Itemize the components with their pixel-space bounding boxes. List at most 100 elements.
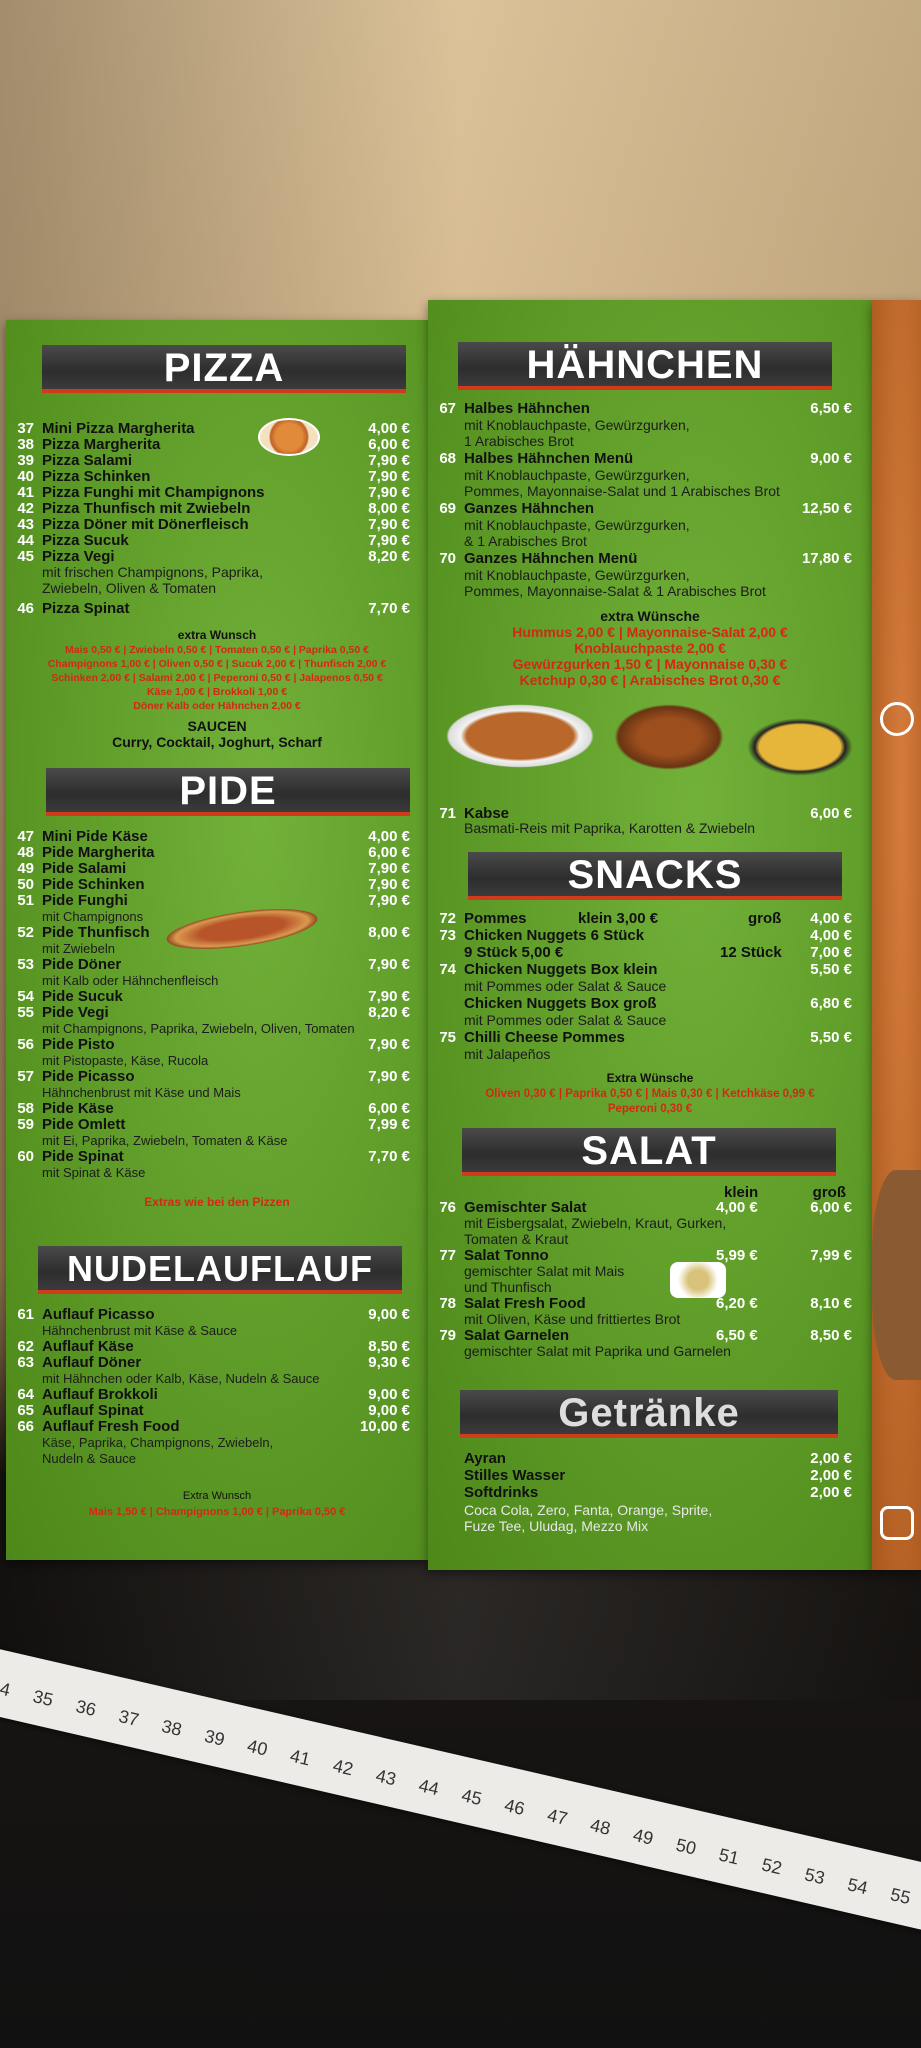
item-name: Pide Margherita: [42, 844, 155, 861]
sauce-title: SAUCEN: [187, 718, 247, 734]
ruler-label: 54: [845, 1874, 870, 1899]
pizza-extra-line5: Döner Kalb oder Hähnchen 2,00 €: [133, 700, 301, 712]
item-price: 8,20 €: [368, 548, 410, 565]
snack-number: 75: [439, 1029, 456, 1046]
snack-gross-label: groß: [748, 910, 782, 927]
kabse-desc: Basmati-Reis mit Paprika, Karotten & Zwi…: [464, 820, 755, 836]
snacks-extra-line2: Peperoni 0,30 €: [607, 1103, 693, 1115]
pide-extras: Extras wie bei den Pizzen: [144, 1195, 290, 1209]
nudel-extra-line: Mais 1,50 € | Champignons 1,00 € | Papri…: [88, 1506, 346, 1518]
item-desc: mit Knoblauchpaste, Gewürzgurken,: [464, 517, 690, 533]
salad-image: [670, 1262, 726, 1298]
item-price-gross: 7,99 €: [810, 1247, 852, 1264]
item-price: 7,90 €: [368, 988, 410, 1005]
item-number: 40: [17, 468, 34, 485]
pizza-image: [258, 418, 320, 456]
item-name: Salat Tonno: [464, 1247, 549, 1264]
ruler-label: 34: [0, 1676, 13, 1701]
item-name: Halbes Hähnchen Menü: [464, 450, 634, 467]
snack-name: Chicken Nuggets 6 Stück: [464, 927, 645, 944]
item-desc: Hähnchenbrust mit Käse & Sauce: [42, 1323, 238, 1338]
menu-panel-left: PIZZA extra Wunsch Mais 0,50 € | Zwiebel…: [6, 320, 428, 1560]
item-desc: mit Knoblauchpaste, Gewürzgurken,: [464, 567, 690, 583]
item-number: 55: [17, 1004, 34, 1021]
ruler-label: 35: [31, 1686, 56, 1711]
snack-price: 6,80 €: [810, 995, 852, 1012]
item-desc: gemischter Salat mit Mais: [464, 1263, 625, 1279]
item-desc: gemischter Salat mit Paprika und Garnele…: [464, 1343, 731, 1359]
ruler-label: 52: [759, 1854, 784, 1879]
item-number: 79: [439, 1327, 456, 1344]
item-price: 7,90 €: [368, 468, 410, 485]
ruler-label: 41: [288, 1745, 313, 1770]
item-number: 69: [439, 500, 456, 517]
item-name: Gemischter Salat: [464, 1199, 587, 1216]
item-name: Pizza Margherita: [42, 436, 161, 453]
item-desc: mit Oliven, Käse und frittiertes Brot: [464, 1311, 681, 1327]
item-price: 6,50 €: [810, 400, 852, 417]
item-price: 9,00 €: [810, 450, 852, 467]
item-desc: mit Champignons, Paprika, Zwiebeln, Oliv…: [42, 1021, 355, 1036]
snack-desc: mit Pommes oder Salat & Sauce: [464, 978, 667, 994]
item-number: 68: [439, 450, 456, 467]
snack-name: Chilli Cheese Pommes: [464, 1029, 625, 1046]
item-number: 64: [17, 1386, 34, 1403]
item-desc: Hähnchenbrust mit Käse und Mais: [42, 1085, 241, 1100]
item-price: 7,90 €: [368, 956, 410, 973]
nudel-extra-title: Extra Wunsch: [182, 1490, 252, 1502]
item-number: 60: [17, 1148, 34, 1165]
snack-klein-price: klein 3,00 €: [578, 910, 659, 927]
item-price: 7,90 €: [368, 532, 410, 549]
rice-image: [736, 712, 864, 782]
ruler-label: 37: [116, 1705, 141, 1730]
snack-number: 72: [439, 910, 456, 927]
item-number: 49: [17, 860, 34, 877]
instagram-icon: [880, 1506, 914, 1540]
item-name: Mini Pizza Margherita: [42, 420, 195, 437]
ruler-label: 51: [717, 1844, 742, 1869]
item-name: Pizza Schinken: [42, 468, 151, 485]
item-name: Ganzes Hähnchen: [464, 500, 595, 517]
snack-price: 7,00 €: [810, 944, 852, 961]
item-number: 50: [17, 876, 34, 893]
item-name: Pizza Spinat: [42, 600, 130, 617]
ruler-label: 45: [459, 1785, 484, 1810]
item-name: Auflauf Brokkoli: [42, 1386, 158, 1403]
haehnchen-extra-line1: Hummus 2,00 € | Mayonnaise-Salat 2,00 €: [512, 624, 788, 640]
chicken-image-2: [614, 704, 724, 770]
menu-panel-right-partial: [872, 300, 921, 1570]
item-price-gross: 8,50 €: [810, 1327, 852, 1344]
item-price: 9,00 €: [368, 1386, 410, 1403]
item-price-gross: 6,00 €: [810, 1199, 852, 1216]
kabse-number: 71: [439, 805, 456, 822]
item-desc: mit Eisbergsalat, Zwiebeln, Kraut, Gurke…: [464, 1215, 727, 1231]
item-name: Pide Picasso: [42, 1068, 135, 1085]
item-name: Pizza Döner mit Dönerfleisch: [42, 516, 249, 533]
snacks-extra-title: Extra Wünsche: [606, 1071, 694, 1085]
item-name: Auflauf Fresh Food: [42, 1418, 180, 1435]
item-desc: mit Ei, Paprika, Zwiebeln, Tomaten & Käs…: [42, 1133, 288, 1148]
item-number: 39: [17, 452, 34, 469]
item-desc: mit Knoblauchpaste, Gewürzgurken,: [464, 467, 690, 483]
item-price-klein: 6,20 €: [716, 1295, 758, 1312]
item-desc: Pommes, Mayonnaise-Salat und 1 Arabische…: [464, 483, 780, 499]
item-name: Auflauf Käse: [42, 1338, 134, 1355]
snack-desc: mit Pommes oder Salat & Sauce: [464, 1012, 667, 1028]
item-price: 8,50 €: [368, 1338, 410, 1355]
item-desc: mit Hähnchen oder Kalb, Käse, Nudeln & S…: [42, 1371, 320, 1386]
item-number: 67: [439, 400, 456, 417]
item-desc: Zwiebeln, Oliven & Tomaten: [42, 580, 217, 596]
snack-desc: mit Jalapeños: [464, 1046, 551, 1062]
item-name: Pide Schinken: [42, 876, 145, 893]
item-desc: Pommes, Mayonnaise-Salat & 1 Arabisches …: [464, 583, 766, 599]
item-number: 63: [17, 1354, 34, 1371]
getraenke-desc: Coca Cola, Zero, Fanta, Orange, Sprite,: [464, 1502, 713, 1518]
item-price: 6,00 €: [368, 1100, 410, 1117]
item-price: 8,00 €: [368, 500, 410, 517]
item-number: 46: [17, 600, 34, 617]
pizza-title: PIZZA: [42, 345, 406, 393]
item-name: Pide Sucuk: [42, 988, 123, 1005]
item-desc: & 1 Arabisches Brot: [464, 533, 587, 549]
item-price: 2,00 €: [810, 1467, 852, 1484]
item-number: 58: [17, 1100, 34, 1117]
